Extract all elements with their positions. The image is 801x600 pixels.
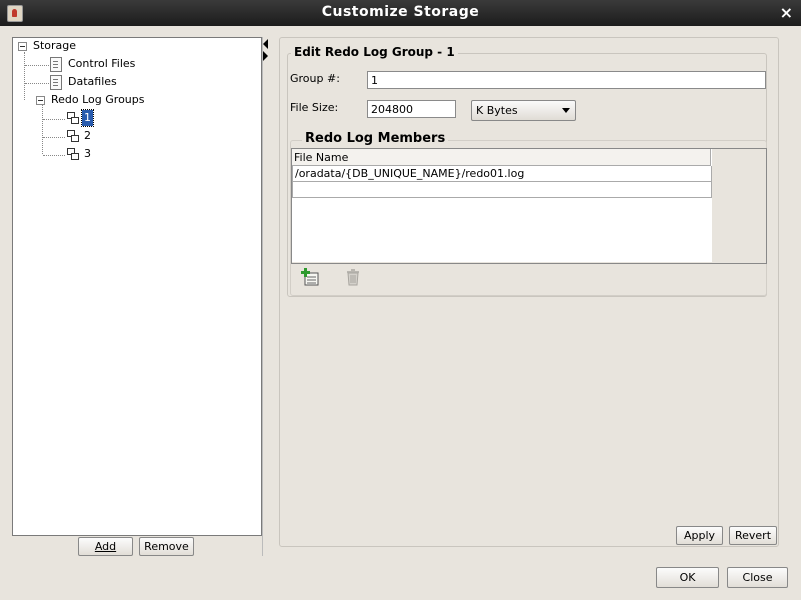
- apply-button-label: Apply: [683, 529, 716, 542]
- collapse-storage-icon[interactable]: [18, 42, 27, 51]
- collapse-redo-log-groups-icon[interactable]: [36, 96, 45, 105]
- remove-button[interactable]: Remove: [139, 537, 194, 556]
- tree-node-redo-log-groups[interactable]: Redo Log Groups: [51, 92, 145, 108]
- members-table-body: File Name /oradata/{DB_UNIQUE_NAME}/redo…: [292, 149, 712, 262]
- tree-node-storage[interactable]: Storage: [33, 38, 76, 54]
- ok-button[interactable]: OK: [656, 567, 719, 588]
- tree-node-datafiles[interactable]: Datafiles: [68, 74, 117, 90]
- tree-connector: [43, 137, 65, 138]
- redo-group-icon: [67, 148, 79, 160]
- tree-node-group-1[interactable]: 1: [81, 109, 94, 127]
- redo-group-icon: [67, 130, 79, 142]
- add-button[interactable]: Add: [78, 537, 133, 556]
- redo-group-icon: [67, 112, 79, 124]
- group-number-input[interactable]: [367, 71, 766, 89]
- close-button[interactable]: Close: [727, 567, 788, 588]
- table-row[interactable]: [292, 182, 712, 198]
- revert-button-label: Revert: [734, 529, 772, 542]
- tree-connector: [43, 119, 65, 120]
- title-bar: Customize Storage ×: [0, 0, 801, 26]
- collapse-left-arrow-icon[interactable]: [263, 39, 268, 49]
- ok-button-label: OK: [679, 571, 696, 584]
- members-table[interactable]: File Name /oradata/{DB_UNIQUE_NAME}/redo…: [291, 148, 767, 264]
- file-size-unit-select[interactable]: K Bytes: [471, 100, 576, 121]
- datafile-icon: [50, 75, 62, 90]
- tree-connector: [43, 155, 65, 156]
- tree-connector: [24, 52, 25, 100]
- tree-connector: [25, 65, 49, 66]
- add-member-icon[interactable]: [301, 268, 319, 286]
- control-file-icon: [50, 57, 62, 72]
- split-pane-divider[interactable]: [262, 37, 269, 556]
- revert-button[interactable]: Revert: [729, 526, 777, 545]
- tree-node-control-files[interactable]: Control Files: [68, 56, 135, 72]
- tree-connector: [42, 105, 43, 154]
- group-number-label: Group #:: [290, 72, 340, 85]
- delete-member-icon[interactable]: [345, 268, 361, 286]
- tree-node-group-2[interactable]: 2: [84, 128, 91, 144]
- tree-node-group-3[interactable]: 3: [84, 146, 91, 162]
- storage-tree[interactable]: Storage Control Files Datafiles Redo Log…: [12, 37, 262, 536]
- file-size-input[interactable]: [367, 100, 456, 118]
- remove-button-label: Remove: [144, 540, 189, 553]
- tree-connector: [25, 83, 49, 84]
- apply-button[interactable]: Apply: [676, 526, 723, 545]
- chevron-down-icon: [562, 108, 570, 113]
- expand-right-arrow-icon[interactable]: [263, 51, 268, 61]
- table-row[interactable]: /oradata/{DB_UNIQUE_NAME}/redo01.log: [292, 166, 712, 182]
- members-legend: Redo Log Members: [302, 131, 449, 146]
- file-name-column-header[interactable]: File Name: [292, 149, 711, 166]
- window-title: Customize Storage: [321, 4, 480, 20]
- unit-select-value: K Bytes: [476, 104, 518, 117]
- edit-group-legend: Edit Redo Log Group - 1: [291, 45, 458, 59]
- add-button-label: Add: [94, 540, 117, 553]
- close-button-label: Close: [742, 571, 773, 584]
- file-size-label: File Size:: [290, 101, 339, 114]
- close-window-icon[interactable]: ×: [780, 3, 793, 22]
